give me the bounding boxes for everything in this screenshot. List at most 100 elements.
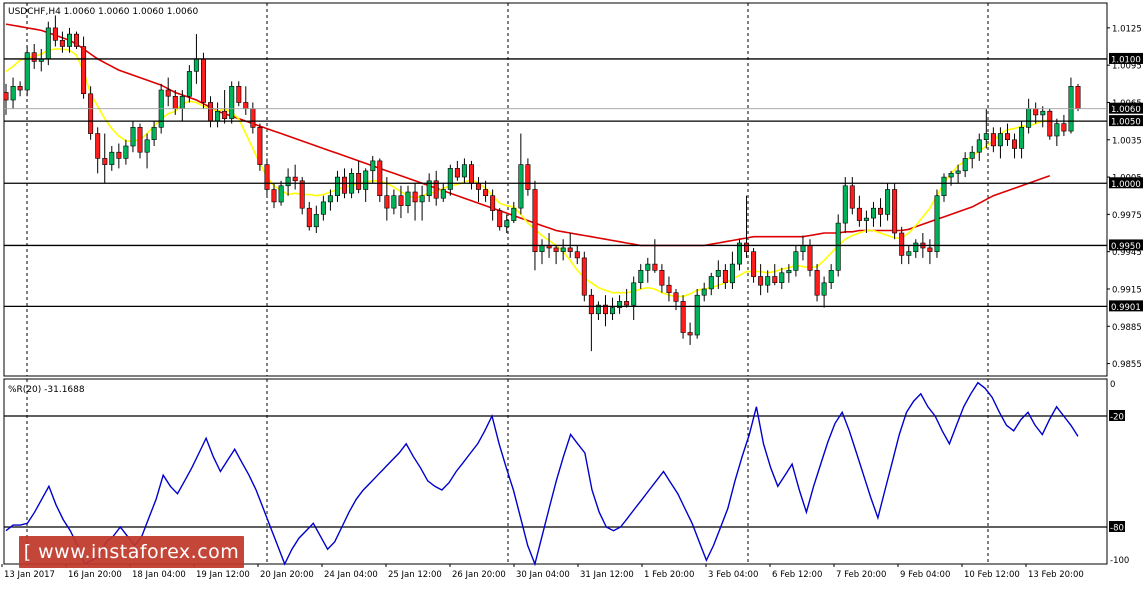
candle-body xyxy=(405,191,411,206)
candle-body xyxy=(193,58,199,72)
watermark-text: [ www.instaforex.com ] xyxy=(23,541,240,595)
wpr-level-label: -20 xyxy=(1110,413,1124,423)
candle-body xyxy=(772,276,778,283)
candle xyxy=(201,52,207,109)
candle-body xyxy=(631,282,637,306)
level-label: 1.0050 xyxy=(1111,118,1141,128)
candle-body xyxy=(341,176,347,194)
candle xyxy=(934,189,940,258)
candle-body xyxy=(990,133,996,147)
x-tick-label: 7 Feb 20:00 xyxy=(836,570,886,580)
candle-body xyxy=(694,294,700,336)
candle-body xyxy=(137,127,143,153)
x-tick-label: 1 Feb 20:00 xyxy=(644,570,694,580)
candle-body xyxy=(624,301,630,306)
candle-body xyxy=(659,269,665,286)
y-tick-label: 0.9975 xyxy=(1112,211,1142,221)
candle-body xyxy=(299,180,305,209)
candle-body xyxy=(95,133,101,159)
candle-body xyxy=(271,189,277,203)
candle-body xyxy=(81,46,87,95)
candle-body xyxy=(849,185,855,209)
candle-body xyxy=(560,247,566,252)
candle-body xyxy=(1061,123,1067,132)
y-tick-label: 1.0125 xyxy=(1112,24,1142,34)
y-tick-label: 0.9885 xyxy=(1112,323,1142,333)
candle-body xyxy=(934,195,940,252)
candle-body xyxy=(899,232,905,256)
candle-body xyxy=(701,288,707,296)
candle-body xyxy=(539,245,545,252)
candle-body xyxy=(574,251,580,259)
candle-body xyxy=(208,102,214,122)
candle-body xyxy=(835,222,841,271)
candle-body xyxy=(88,93,94,134)
x-tick-label: 9 Feb 04:00 xyxy=(900,570,950,580)
x-tick-label: 13 Jan 2017 xyxy=(4,570,55,580)
candle-body xyxy=(440,189,446,199)
candle-body xyxy=(941,176,947,197)
candle-body xyxy=(983,133,989,140)
candle-body xyxy=(116,151,122,159)
y-tick-label: 1.0005 xyxy=(1112,174,1142,184)
x-tick-label: 3 Feb 04:00 xyxy=(708,570,758,580)
candle-body xyxy=(609,307,615,315)
candle-body xyxy=(74,33,80,47)
x-tick-label: 18 Jan 04:00 xyxy=(132,570,186,580)
candle-body xyxy=(962,158,968,172)
candle-body xyxy=(229,86,235,119)
candle xyxy=(229,81,235,124)
candle-body xyxy=(1075,86,1081,110)
chart-window: 1.0100 1.0050 1.0000 0.9950 0.9901 1.0060 1.0… xyxy=(0,0,1147,595)
candle xyxy=(74,31,80,50)
candle-body xyxy=(997,133,1003,147)
candle-body xyxy=(638,269,644,283)
x-tick-label: 16 Jan 20:00 xyxy=(68,570,122,580)
candle-body xyxy=(821,282,827,296)
candle-body xyxy=(320,201,326,215)
candle-body xyxy=(743,242,749,252)
candle-body xyxy=(3,92,9,101)
candle-body xyxy=(532,189,538,253)
x-tick-label: 30 Jan 04:00 xyxy=(516,570,570,580)
candle-body xyxy=(518,164,524,209)
candle-body xyxy=(123,145,129,159)
candle-body xyxy=(151,127,157,141)
candle-body xyxy=(793,251,799,271)
x-tick-label: 26 Jan 20:00 xyxy=(452,570,506,580)
candle-body xyxy=(45,27,51,60)
candle xyxy=(892,183,898,240)
candle-body xyxy=(751,251,757,277)
candle-body xyxy=(377,160,383,196)
x-tick-label: 24 Jan 04:00 xyxy=(324,570,378,580)
candle xyxy=(1075,83,1081,112)
candle-body xyxy=(130,127,136,147)
candle-body xyxy=(828,269,834,283)
candle xyxy=(1047,108,1053,140)
x-tick-label: 25 Jan 12:00 xyxy=(388,570,442,580)
candle-body xyxy=(885,189,891,215)
candle-body xyxy=(729,263,735,284)
watermark[interactable]: [ www.instaforex.com ] xyxy=(19,536,244,595)
candle-body xyxy=(856,207,862,221)
y-tick-label: 0.9855 xyxy=(1112,360,1142,370)
candle-body xyxy=(10,86,16,101)
candle-body xyxy=(969,151,975,159)
candle-body xyxy=(490,195,496,211)
candle-body xyxy=(581,257,587,296)
indicator-label: %R(20) -31.1688 xyxy=(8,385,85,395)
candle-body xyxy=(877,207,883,215)
candle-body xyxy=(215,110,221,122)
candle-body xyxy=(264,164,270,190)
candle-body xyxy=(765,276,771,286)
candle-body xyxy=(363,170,369,190)
symbol-header: USDCHF,H4 1.0060 1.0060 1.0060 1.0060 xyxy=(8,7,198,17)
candle-body xyxy=(504,220,510,228)
candle-body xyxy=(67,33,73,47)
candle-body xyxy=(447,168,453,190)
candle-body xyxy=(758,276,764,286)
candle-body xyxy=(1011,139,1017,149)
y-tick-label: 0.9915 xyxy=(1112,285,1142,295)
candle-body xyxy=(948,173,954,178)
candle-body xyxy=(779,272,785,283)
